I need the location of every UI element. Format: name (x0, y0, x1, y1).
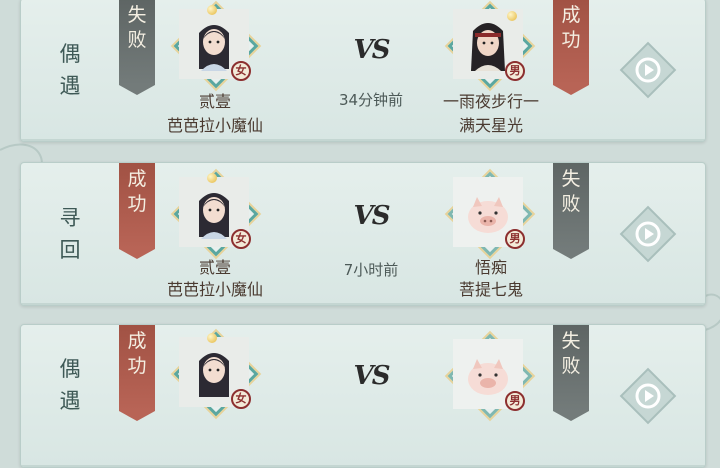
gender-badge-icon: 男 (505, 61, 525, 81)
left-player-avatar[interactable]: 女 (173, 171, 259, 257)
right-result-banner: 失败 (553, 163, 589, 259)
replay-button[interactable] (617, 39, 679, 101)
battle-record-card: 偶遇 成功 女 VS 男 失败 (20, 324, 706, 468)
left-player-server: 芭芭拉小魔仙 (166, 280, 263, 299)
left-result-banner: 成功 (119, 163, 155, 259)
battle-record-card: 偶遇 失败 女 贰壹 芭芭拉小魔仙 VS 34分钟前 男 一雨夜步行一 满天星光 (20, 0, 706, 142)
right-player-server: 菩提七鬼 (458, 280, 523, 299)
right-result-banner: 失败 (553, 325, 589, 421)
replay-button[interactable] (617, 365, 679, 427)
battle-time: 34分钟前 (338, 91, 404, 109)
replay-icon (635, 57, 661, 83)
vs-icon: VS (353, 35, 391, 65)
battle-time: 7小时前 (343, 261, 399, 279)
gender-badge-icon: 女 (231, 61, 251, 81)
gender-badge-icon: 女 (231, 229, 251, 249)
right-player-avatar[interactable]: 男 (447, 333, 533, 419)
right-player-avatar[interactable]: 男 (447, 171, 533, 257)
right-result-banner: 成功 (553, 0, 589, 95)
replay-icon (635, 221, 661, 247)
mode-label: 寻回 (59, 206, 83, 262)
left-player-avatar[interactable]: 女 (173, 331, 259, 417)
right-player-avatar[interactable]: 男 (447, 3, 533, 89)
mode-label: 偶遇 (59, 357, 83, 413)
mode-label: 偶遇 (59, 42, 83, 98)
gender-badge-icon: 男 (505, 391, 525, 411)
left-result-banner: 失败 (119, 0, 155, 95)
right-player-name: 悟痴 (474, 258, 507, 277)
vs-icon: VS (353, 201, 391, 231)
left-player-avatar[interactable]: 女 (173, 3, 259, 89)
right-player-name: 一雨夜步行一 (442, 92, 539, 111)
battle-record-card: 寻回 成功 女 贰壹 芭芭拉小魔仙 VS 7小时前 男 悟痴 菩提七鬼 失败 (20, 162, 706, 306)
left-player-name: 贰壹 (198, 92, 231, 111)
gender-badge-icon: 男 (505, 229, 525, 249)
right-player-server: 满天星光 (458, 116, 523, 135)
left-result-banner: 成功 (119, 325, 155, 421)
vs-icon: VS (353, 361, 391, 391)
left-player-name: 贰壹 (198, 258, 231, 277)
gender-badge-icon: 女 (231, 389, 251, 409)
replay-button[interactable] (617, 203, 679, 265)
replay-icon (635, 383, 661, 409)
left-player-server: 芭芭拉小魔仙 (166, 116, 263, 135)
